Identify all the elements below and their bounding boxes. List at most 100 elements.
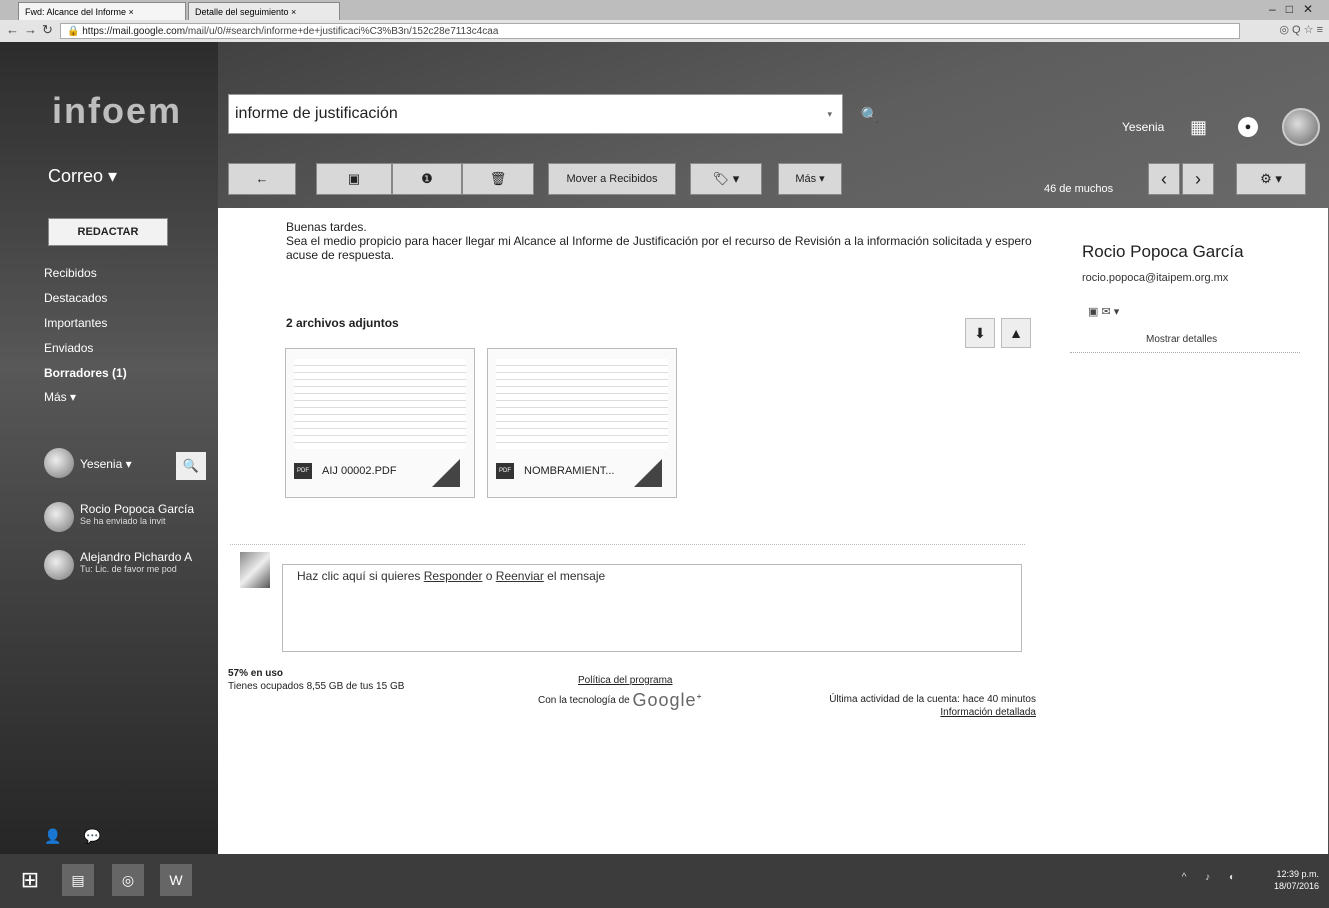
forward-link[interactable]: Reenviar	[496, 569, 544, 583]
contacts-icon[interactable]: 👤	[44, 828, 83, 844]
delete-button[interactable]: 🗑	[462, 163, 534, 195]
more-actions-button[interactable]: Más ▾	[778, 163, 842, 195]
archive-button[interactable]: ▣	[316, 163, 392, 195]
url-path: /mail/u/0/#search/informe+de+justificaci…	[185, 26, 499, 37]
contact-item[interactable]: Rocio Popoca García Se ha enviado la inv…	[80, 502, 194, 526]
show-details-link[interactable]: Mostrar detalles	[1146, 334, 1217, 345]
sidebar-item-more[interactable]: Más ▾	[44, 390, 76, 404]
sidebar-item-sent[interactable]: Enviados	[44, 341, 93, 355]
reply-prompt-text: Haz clic aquí si quieres	[297, 569, 424, 583]
reply-prompt-text: o	[482, 569, 496, 583]
storage-detail: Tienes ocupados 8,55 GB de tus 15 GB	[228, 681, 405, 692]
compose-button[interactable]: REDACTAR	[48, 218, 168, 246]
org-logo: infoem	[52, 90, 183, 131]
tab-gmail[interactable]: Fwd: Alcance del Informe ×	[18, 2, 186, 20]
chat-user-avatar[interactable]	[44, 448, 74, 478]
storage-usage: 57% en uso	[228, 668, 284, 679]
clock-time: 12:39 p.m.	[1276, 869, 1319, 879]
chat-user-name[interactable]: Yesenia ▾	[80, 457, 132, 471]
attachment-actions: ⬇ ▲	[965, 318, 1037, 348]
sender-divider	[1070, 352, 1300, 353]
reply-box[interactable]: Haz clic aquí si quieres Responder o Ree…	[282, 564, 1022, 652]
move-to-inbox-button[interactable]: Mover a Recibidos	[548, 163, 676, 195]
contact-avatar[interactable]	[44, 550, 74, 580]
message-panel	[218, 208, 1328, 856]
attachment-card[interactable]: PDF AIJ 00002.PDF	[285, 348, 475, 498]
contact-item[interactable]: Alejandro Pichardo A Tu: Lic. de favor m…	[80, 550, 192, 574]
forward-arrow-icon[interactable]: →	[24, 22, 37, 37]
url-domain: https://mail.google.com	[82, 26, 186, 37]
google-plus: +	[696, 690, 702, 701]
notifications-icon[interactable]: ●	[1238, 117, 1258, 137]
address-bar-icons[interactable]: ◎ Q ☆ ≡	[1279, 23, 1323, 36]
attachment-corner-icon	[432, 459, 460, 487]
newer-button[interactable]: ›	[1182, 163, 1214, 195]
system-tray[interactable]: ^ ♪ ◐	[1182, 872, 1243, 883]
search-options-icon[interactable]: ▾	[827, 95, 832, 133]
window-controls[interactable]: –□✕	[1269, 2, 1323, 16]
maximize-icon[interactable]: □	[1286, 2, 1303, 16]
taskbar-clock[interactable]: 12:39 p.m. 18/07/2016	[1274, 868, 1319, 892]
contact-name: Rocio Popoca García	[80, 502, 195, 516]
address-bar-row: ← → ↻ 🔒 https://mail.google.com/mail/u/0…	[0, 20, 1329, 43]
contact-status: Tu: Lic. de favor me pod	[80, 564, 177, 574]
chrome-icon[interactable]: ◎	[112, 864, 144, 896]
close-icon[interactable]: ✕	[1303, 2, 1323, 16]
download-all-icon[interactable]: ⬇	[965, 318, 995, 348]
report-spam-button[interactable]: ❶	[392, 163, 462, 195]
url-field[interactable]: 🔒 https://mail.google.com/mail/u/0/#sear…	[60, 23, 1240, 39]
browser-tab-strip: Fwd: Alcance del Informe × Detalle del s…	[0, 0, 1329, 20]
message-text: Sea el medio propicio para hacer llegar …	[286, 234, 1032, 262]
settings-button[interactable]: ⚙ ▾	[1236, 163, 1306, 195]
message-greeting: Buenas tardes.	[286, 220, 367, 234]
sender-email: rocio.popoca@itaipem.org.mx	[1082, 272, 1229, 284]
hangouts-icon[interactable]: 💬	[83, 828, 122, 844]
file-explorer-icon[interactable]: ▤	[62, 864, 94, 896]
search-input[interactable]: informe de justificación ▾	[228, 94, 843, 134]
sidebar-item-important[interactable]: Importantes	[44, 316, 107, 330]
minimize-icon[interactable]: –	[1269, 2, 1286, 16]
older-button[interactable]: ‹	[1148, 163, 1180, 195]
message-body: Buenas tardes. Sea el medio propicio par…	[286, 220, 1046, 262]
sidebar-background	[0, 42, 218, 854]
activity-details-link[interactable]: Información detallada	[790, 707, 1036, 718]
search-value: informe de justificación	[235, 105, 398, 122]
reload-icon[interactable]: ↻	[42, 22, 53, 38]
labels-button[interactable]: 🏷 ▾	[690, 163, 762, 195]
attachment-card[interactable]: PDF NOMBRAMIENT...	[487, 348, 677, 498]
word-icon[interactable]: W	[160, 864, 192, 896]
chat-search-icon[interactable]: 🔍	[176, 452, 206, 480]
attachments-title: 2 archivos adjuntos	[286, 316, 399, 330]
sender-name: Rocio Popoca García	[1082, 242, 1244, 261]
reply-prompt-text: el mensaje	[543, 569, 606, 583]
reply-link[interactable]: Responder	[424, 569, 483, 583]
google-logo: Google	[632, 690, 697, 710]
reply-avatar	[240, 552, 270, 588]
attachment-thumbnail	[294, 359, 466, 449]
sidebar-item-starred[interactable]: Destacados	[44, 291, 107, 305]
attachment-thumbnail	[496, 359, 668, 449]
account-name[interactable]: Yesenia	[1122, 120, 1164, 134]
program-policy-link[interactable]: Política del programa	[578, 675, 673, 686]
reply-divider	[230, 544, 1025, 545]
powered-by-text: Con la tecnología de	[538, 695, 630, 707]
sidebar-item-inbox[interactable]: Recibidos	[44, 266, 97, 280]
apps-grid-icon[interactable]: ▦	[1190, 117, 1207, 138]
account-avatar[interactable]	[1282, 108, 1320, 146]
contact-status: Se ha enviado la invit	[80, 516, 166, 526]
sidebar-bottom-icons[interactable]: 👤💬	[44, 828, 123, 845]
search-icon[interactable]: 🔍	[852, 104, 888, 128]
sidebar-item-drafts[interactable]: Borradores (1)	[44, 366, 127, 380]
app-switcher[interactable]: Correo ▾	[48, 166, 117, 187]
contact-name: Alejandro Pichardo A	[80, 550, 193, 564]
powered-by: Con la tecnología de Google+	[538, 690, 701, 711]
last-activity: Última actividad de la cuenta: hace 40 m…	[829, 694, 1036, 705]
back-arrow-icon[interactable]: ←	[6, 22, 19, 37]
contact-avatar[interactable]	[44, 502, 74, 532]
tab-seguimiento[interactable]: Detalle del seguimiento ×	[188, 2, 340, 20]
clock-date: 18/07/2016	[1273, 881, 1319, 891]
sender-action-icons[interactable]: ▣ ✉ ▾	[1088, 305, 1119, 318]
save-to-drive-icon[interactable]: ▲	[1001, 318, 1031, 348]
start-menu-icon[interactable]: ⊞	[14, 864, 46, 896]
back-button[interactable]: ←	[228, 163, 296, 195]
